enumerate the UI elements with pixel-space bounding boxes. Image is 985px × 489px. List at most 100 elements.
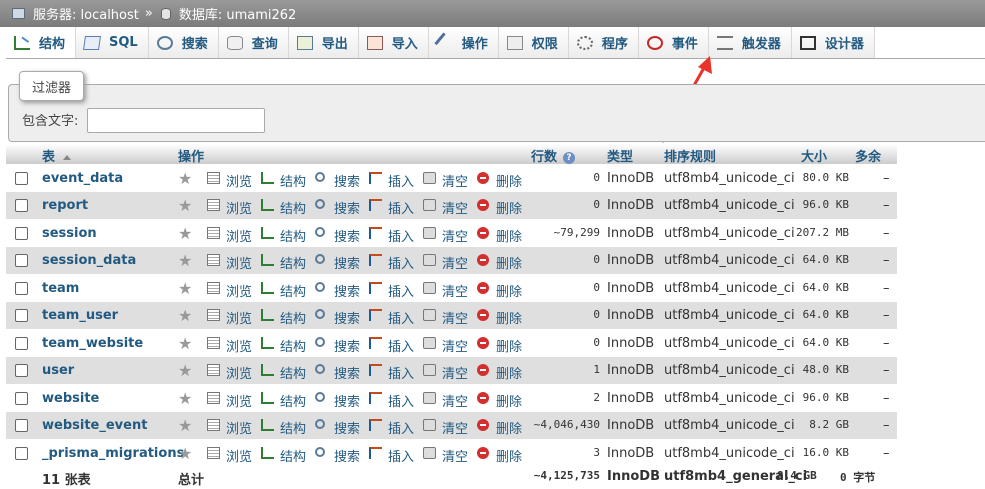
table-size-link[interactable]: 48.0 KB [803, 363, 849, 376]
action-drop-link[interactable]: 删除 [496, 363, 522, 382]
action-insert-link[interactable]: 插入 [388, 336, 414, 355]
action-drop-link[interactable]: 删除 [496, 281, 522, 300]
tab-sql[interactable]: SQL [76, 27, 149, 58]
tab-designer[interactable]: 设计器 [791, 27, 875, 58]
action-drop-link[interactable]: 删除 [496, 253, 522, 272]
action-empty-link[interactable]: 清空 [442, 253, 468, 272]
row-checkbox[interactable] [15, 254, 28, 267]
favorite-star-icon[interactable]: ★ [178, 306, 192, 325]
action-empty-link[interactable]: 清空 [442, 198, 468, 217]
action-empty-link[interactable]: 清空 [442, 418, 468, 437]
action-structure-link[interactable]: 结构 [280, 308, 306, 327]
action-empty-link[interactable]: 清空 [442, 446, 468, 465]
table-name-link[interactable]: team_user [42, 308, 118, 323]
favorite-star-icon[interactable]: ★ [178, 444, 192, 463]
action-insert-link[interactable]: 插入 [388, 253, 414, 272]
table-size-link[interactable]: 80.0 KB [803, 171, 849, 184]
action-drop-link[interactable]: 删除 [496, 391, 522, 410]
tab-triggers[interactable]: 触发器 [708, 27, 792, 58]
table-name-link[interactable]: session [42, 226, 97, 241]
action-browse-link[interactable]: 浏览 [226, 198, 252, 217]
tab-import[interactable]: 导入 [358, 27, 429, 58]
tab-operations[interactable]: 操作 [428, 27, 499, 58]
row-checkbox[interactable] [15, 419, 28, 432]
favorite-star-icon[interactable]: ★ [178, 389, 192, 408]
column-header-overhead[interactable]: 多余 [855, 146, 881, 165]
row-checkbox[interactable] [15, 172, 28, 185]
breadcrumb-database[interactable]: 数据库: umami262 [179, 4, 296, 23]
action-search-link[interactable]: 搜索 [334, 198, 360, 217]
table-size-link[interactable]: 8.2 GB [809, 418, 849, 431]
action-search-link[interactable]: 搜索 [334, 446, 360, 465]
action-insert-link[interactable]: 插入 [388, 363, 414, 382]
action-structure-link[interactable]: 结构 [280, 281, 306, 300]
action-browse-link[interactable]: 浏览 [226, 226, 252, 245]
tab-export[interactable]: 导出 [288, 27, 359, 58]
action-empty-link[interactable]: 清空 [442, 281, 468, 300]
row-checkbox[interactable] [15, 392, 28, 405]
table-size-link[interactable]: 64.0 KB [803, 308, 849, 321]
favorite-star-icon[interactable]: ★ [178, 334, 192, 353]
table-name-link[interactable]: session_data [42, 253, 136, 268]
action-drop-link[interactable]: 删除 [496, 418, 522, 437]
table-name-link[interactable]: team [42, 281, 79, 296]
row-checkbox[interactable] [15, 364, 28, 377]
column-header-type[interactable]: 类型 [607, 146, 633, 165]
action-drop-link[interactable]: 删除 [496, 336, 522, 355]
favorite-star-icon[interactable]: ★ [178, 196, 192, 215]
table-size-link[interactable]: 64.0 KB [803, 336, 849, 349]
action-browse-link[interactable]: 浏览 [226, 336, 252, 355]
table-size-link[interactable]: 64.0 KB [803, 281, 849, 294]
row-checkbox[interactable] [15, 282, 28, 295]
row-checkbox[interactable] [15, 199, 28, 212]
action-empty-link[interactable]: 清空 [442, 363, 468, 382]
action-browse-link[interactable]: 浏览 [226, 418, 252, 437]
action-insert-link[interactable]: 插入 [388, 391, 414, 410]
favorite-star-icon[interactable]: ★ [178, 169, 192, 188]
help-icon[interactable]: ? [563, 151, 576, 164]
action-drop-link[interactable]: 删除 [496, 226, 522, 245]
action-insert-link[interactable]: 插入 [388, 308, 414, 327]
table-name-link[interactable]: report [42, 198, 88, 213]
action-search-link[interactable]: 搜索 [334, 363, 360, 382]
column-header-table[interactable]: 表 [42, 146, 72, 165]
action-search-link[interactable]: 搜索 [334, 418, 360, 437]
row-checkbox[interactable] [15, 309, 28, 322]
action-structure-link[interactable]: 结构 [280, 226, 306, 245]
action-search-link[interactable]: 搜索 [334, 281, 360, 300]
action-search-link[interactable]: 搜索 [334, 226, 360, 245]
action-search-link[interactable]: 搜索 [334, 391, 360, 410]
action-insert-link[interactable]: 插入 [388, 226, 414, 245]
tab-privileges[interactable]: 权限 [498, 27, 569, 58]
row-checkbox[interactable] [15, 447, 28, 460]
action-structure-link[interactable]: 结构 [280, 198, 306, 217]
tab-search[interactable]: 搜索 [148, 27, 219, 58]
filter-input[interactable] [87, 108, 265, 133]
column-header-size[interactable]: 大小 [801, 146, 827, 165]
action-browse-link[interactable]: 浏览 [226, 308, 252, 327]
row-checkbox[interactable] [15, 337, 28, 350]
action-drop-link[interactable]: 删除 [496, 198, 522, 217]
action-structure-link[interactable]: 结构 [280, 391, 306, 410]
action-insert-link[interactable]: 插入 [388, 171, 414, 190]
column-header-collation[interactable]: 排序规则 [664, 146, 716, 165]
action-structure-link[interactable]: 结构 [280, 418, 306, 437]
tab-routines[interactable]: 程序 [568, 27, 639, 58]
row-checkbox[interactable] [15, 227, 28, 240]
table-size-link[interactable]: 96.0 KB [803, 391, 849, 404]
table-name-link[interactable]: website [42, 391, 99, 406]
action-empty-link[interactable]: 清空 [442, 171, 468, 190]
tab-query[interactable]: 查询 [218, 27, 289, 58]
action-empty-link[interactable]: 清空 [442, 336, 468, 355]
action-insert-link[interactable]: 插入 [388, 418, 414, 437]
favorite-star-icon[interactable]: ★ [178, 224, 192, 243]
favorite-star-icon[interactable]: ★ [178, 251, 192, 270]
breadcrumb-server[interactable]: 服务器: localhost [33, 4, 139, 23]
action-search-link[interactable]: 搜索 [334, 308, 360, 327]
action-browse-link[interactable]: 浏览 [226, 253, 252, 272]
table-size-link[interactable]: 96.0 KB [803, 198, 849, 211]
table-name-link[interactable]: website_event [42, 418, 147, 433]
action-drop-link[interactable]: 删除 [496, 308, 522, 327]
action-browse-link[interactable]: 浏览 [226, 171, 252, 190]
action-search-link[interactable]: 搜索 [334, 253, 360, 272]
